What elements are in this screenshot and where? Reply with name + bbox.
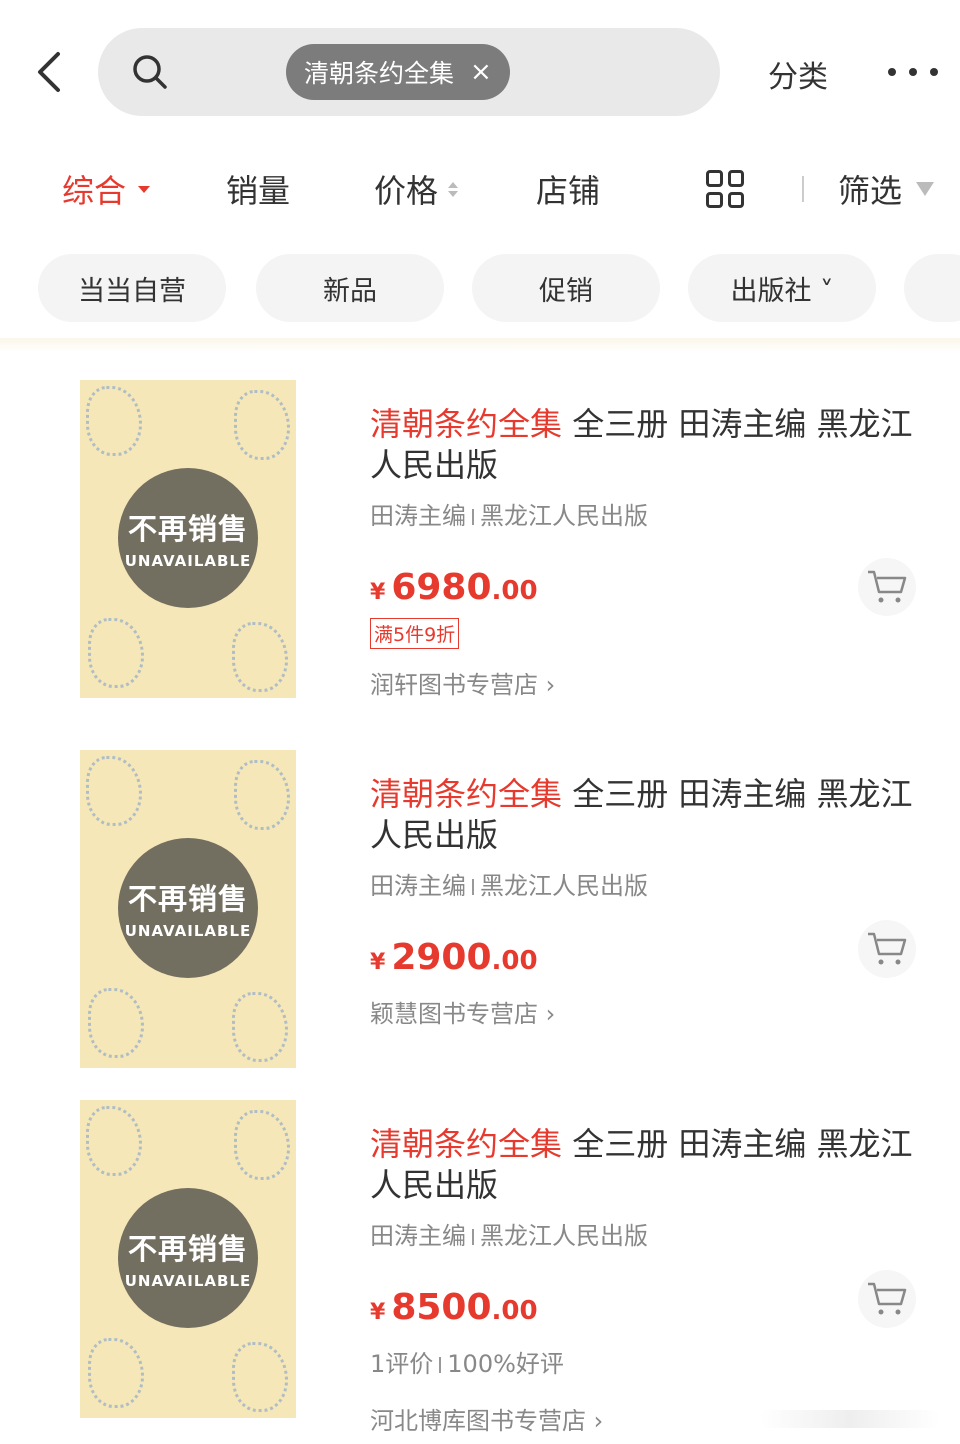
chip-close-icon[interactable]: × — [470, 57, 492, 87]
product-meta: 田涛主编 黑龙江人民出版 — [370, 496, 920, 531]
sort-tab-shop[interactable]: 店铺 — [536, 166, 600, 212]
currency: ¥ — [370, 950, 386, 975]
rating-summary: 1评价 100%好评 — [370, 1344, 920, 1379]
section-divider — [0, 338, 960, 352]
cart-icon[interactable] — [858, 558, 916, 616]
cart-icon[interactable] — [858, 1270, 916, 1328]
unavailable-badge: 不再销售 UNAVAILABLE — [118, 838, 258, 978]
price-decimal: .00 — [491, 576, 538, 606]
sort-tab-comprehensive[interactable]: 综合 — [62, 166, 151, 212]
filter-button[interactable]: 筛选 — [838, 166, 935, 212]
product-title[interactable]: 清朝条约全集 全三册 田涛主编 黑龙江人民出版 — [370, 1124, 920, 1206]
search-bar[interactable]: 清朝条约全集 × — [98, 28, 720, 116]
filter-funnel-icon — [916, 182, 935, 196]
grid-view-icon[interactable] — [706, 170, 744, 208]
product-price: ¥8500.00 — [370, 1287, 920, 1328]
good-rate: 100%好评 — [447, 1350, 564, 1378]
badge-text-en: UNAVAILABLE — [124, 552, 252, 570]
currency: ¥ — [370, 1300, 386, 1325]
unavailable-badge: 不再销售 UNAVAILABLE — [118, 468, 258, 608]
search-keyword-chip[interactable]: 清朝条约全集 × — [286, 44, 510, 100]
author: 田涛主编 — [370, 502, 466, 530]
shop-link[interactable]: 润轩图书专营店 › — [370, 665, 920, 700]
shop-link[interactable]: 颖慧图书专营店 › — [370, 994, 920, 1029]
scroll-indicator — [760, 1410, 940, 1428]
price-decimal: .00 — [491, 946, 538, 976]
sort-tab-label: 店铺 — [536, 172, 601, 210]
tag-publisher[interactable]: 出版社 ˅ — [688, 254, 876, 322]
product-meta: 田涛主编 黑龙江人民出版 — [370, 1216, 920, 1251]
publisher: 黑龙江人民出版 — [480, 1222, 648, 1250]
publisher: 黑龙江人民出版 — [480, 502, 648, 530]
promo-tag: 满5件9折 — [370, 618, 460, 649]
sort-tab-label: 综合 — [62, 172, 127, 210]
cart-icon[interactable] — [858, 920, 916, 978]
product-cover[interactable]: 不再销售 UNAVAILABLE — [80, 1100, 296, 1418]
product-title[interactable]: 清朝条约全集 全三册 田涛主编 黑龙江人民出版 — [370, 774, 920, 856]
tag-promotion[interactable]: 促销 — [472, 254, 660, 322]
tag-dangdang-self[interactable]: 当当自营 — [38, 254, 226, 322]
product-info: 清朝条约全集 全三册 田涛主编 黑龙江人民出版 田涛主编 黑龙江人民出版 ¥290… — [370, 774, 920, 1029]
author: 田涛主编 — [370, 872, 466, 900]
sort-bar: 综合 销量 价格 店铺 筛选 — [0, 160, 960, 220]
price-sort-icon — [448, 181, 459, 197]
sort-tab-label: 销量 — [226, 172, 291, 210]
badge-text-cn: 不再销售 — [127, 1232, 248, 1266]
more-icon[interactable] — [888, 62, 938, 82]
sort-tab-label: 价格 — [374, 172, 439, 210]
sort-tab-sales[interactable]: 销量 — [226, 166, 290, 212]
price-integer: 2900 — [391, 937, 492, 978]
divider — [802, 176, 804, 202]
title-highlight: 清朝条约全集 — [370, 405, 563, 443]
sort-tab-price[interactable]: 价格 — [374, 166, 459, 212]
title-highlight: 清朝条约全集 — [370, 775, 563, 813]
currency: ¥ — [370, 580, 386, 605]
publisher: 黑龙江人民出版 — [480, 872, 648, 900]
author: 田涛主编 — [370, 1222, 466, 1250]
product-title[interactable]: 清朝条约全集 全三册 田涛主编 黑龙江人民出版 — [370, 404, 920, 486]
filter-tag-bar: 当当自营 新品 促销 出版社 ˅ — [0, 254, 960, 324]
filter-label: 筛选 — [838, 172, 903, 210]
price-decimal: .00 — [491, 1296, 538, 1326]
title-highlight: 清朝条约全集 — [370, 1125, 563, 1163]
tag-more[interactable] — [904, 254, 960, 322]
back-arrow-icon[interactable] — [30, 48, 70, 96]
unavailable-badge: 不再销售 UNAVAILABLE — [118, 1188, 258, 1328]
category-button[interactable]: 分类 — [768, 52, 828, 96]
badge-text-cn: 不再销售 — [127, 512, 248, 546]
product-info: 清朝条约全集 全三册 田涛主编 黑龙江人民出版 田涛主编 黑龙江人民出版 ¥698… — [370, 404, 920, 700]
tag-new[interactable]: 新品 — [256, 254, 444, 322]
review-count: 1评价 — [370, 1350, 434, 1378]
badge-text-cn: 不再销售 — [127, 882, 248, 916]
product-price: ¥6980.00 — [370, 567, 920, 608]
product-meta: 田涛主编 黑龙江人民出版 — [370, 866, 920, 901]
search-keyword: 清朝条约全集 — [304, 59, 455, 88]
sort-caret-icon — [138, 185, 151, 193]
top-bar: 清朝条约全集 × 分类 — [0, 0, 960, 140]
price-integer: 8500 — [391, 1287, 492, 1328]
product-info: 清朝条约全集 全三册 田涛主编 黑龙江人民出版 田涛主编 黑龙江人民出版 ¥850… — [370, 1124, 920, 1436]
badge-text-en: UNAVAILABLE — [124, 922, 252, 940]
product-price: ¥2900.00 — [370, 937, 920, 978]
product-cover[interactable]: 不再销售 UNAVAILABLE — [80, 750, 296, 1068]
product-cover[interactable]: 不再销售 UNAVAILABLE — [80, 380, 296, 698]
search-icon — [133, 55, 167, 89]
badge-text-en: UNAVAILABLE — [124, 1272, 252, 1290]
price-integer: 6980 — [391, 567, 492, 608]
